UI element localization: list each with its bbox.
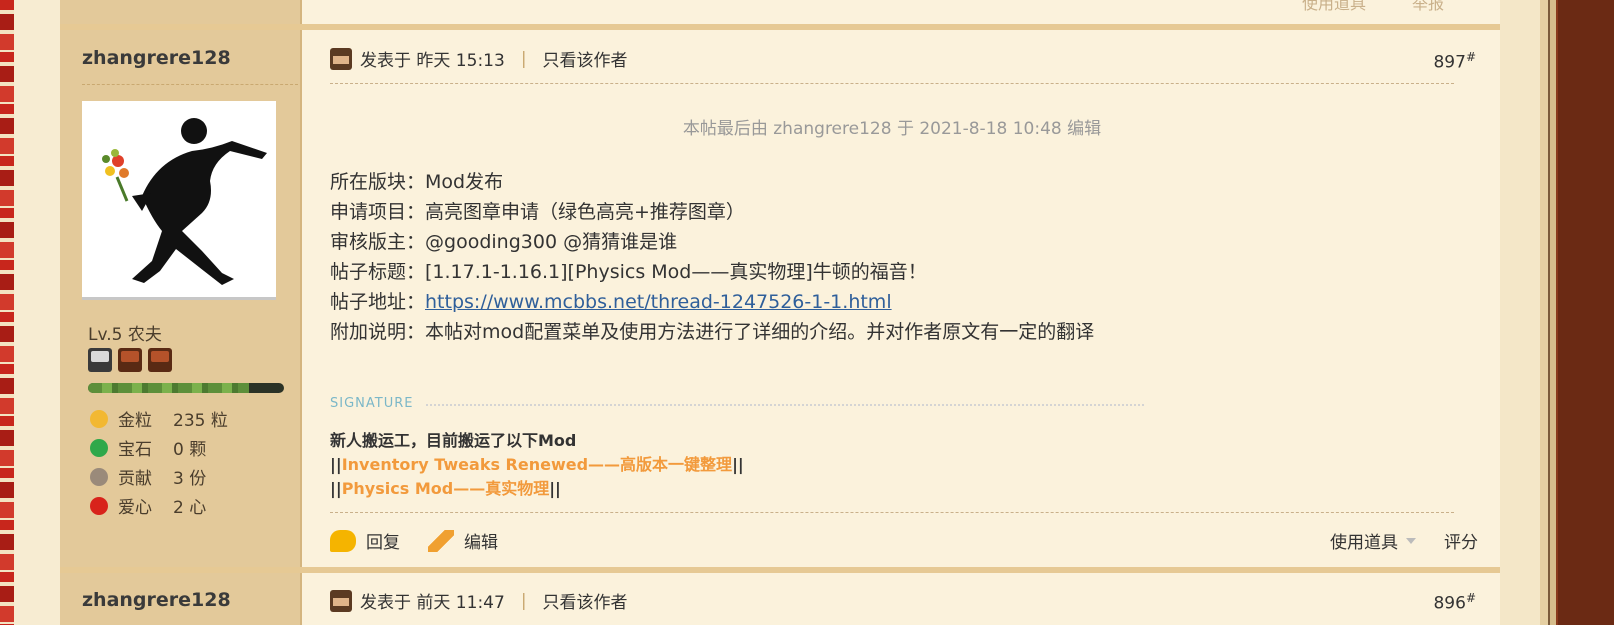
thread-link[interactable]: https://www.mcbbs.net/thread-1247526-1-1… <box>425 291 892 313</box>
post-time: 发表于 昨天 15:13 <box>360 51 505 71</box>
signature-line: ||Inventory Tweaks Renewed——高版本一键整理|| <box>330 453 744 477</box>
experience-bar <box>88 383 284 393</box>
floor-mark: # <box>1465 50 1476 64</box>
signature-line: 新人搬运工，目前搬运了以下Mod <box>330 431 577 450</box>
sig-bar: || <box>549 479 561 498</box>
separator: | <box>520 48 527 69</box>
post-time: 发表于 前天 11:47 <box>360 593 505 613</box>
reply-button[interactable]: 回复 <box>366 528 400 553</box>
stat-label: 宝石 <box>118 440 152 460</box>
stat-gold: 金粒 235 粒 <box>90 404 228 433</box>
stat-value: 3 份 <box>173 469 207 489</box>
left-gap <box>14 0 60 625</box>
user-stats: 金粒 235 粒 宝石 0 颗 贡献 3 份 爱心 2 心 <box>90 404 228 520</box>
avatar[interactable] <box>82 101 276 300</box>
floor-number[interactable]: 897# <box>1433 50 1476 73</box>
prev-report-button[interactable]: 举报 <box>1412 0 1444 14</box>
only-author-link[interactable]: 只看该作者 <box>543 46 628 71</box>
signature-line: ||Physics Mod——真实物理|| <box>330 477 744 501</box>
body-line-value: 高亮图章申请（绿色高亮+推荐图章） <box>425 201 745 223</box>
body-line: 申请项目：高亮图章申请（绿色高亮+推荐图章） <box>330 197 1094 227</box>
stat-label: 金粒 <box>118 411 152 431</box>
stat-value: 0 颗 <box>173 440 207 460</box>
body-line-label: 帖子标题： <box>330 261 426 283</box>
avatar-image <box>82 101 276 297</box>
body-line-label: 申请项目： <box>330 201 426 223</box>
signature-mod-link[interactable]: Inventory Tweaks Renewed——高版本一键整理 <box>342 455 732 474</box>
body-line-value: @gooding300 @猜猜谁是谁 <box>425 231 678 253</box>
stat-value: 2 心 <box>173 498 207 518</box>
body-line-value: [1.17.1-1.16.1][Physics Mod——真实物理]牛顿的福音！ <box>425 261 927 283</box>
post-divider <box>60 24 1500 30</box>
medal-icon[interactable] <box>148 348 172 372</box>
stat-label: 爱心 <box>118 498 152 518</box>
chevron-down-icon <box>1406 537 1416 544</box>
user-head-icon <box>330 47 352 70</box>
body-line: 审核版主：@gooding300 @猜猜谁是谁 <box>330 227 1094 257</box>
reply-icon <box>330 529 356 552</box>
next-post-header: 发表于 前天 11:47 | 只看该作者 <box>330 588 628 613</box>
experience-bar-fill <box>88 383 249 393</box>
signature: 新人搬运工，目前搬运了以下Mod ||Inventory Tweaks Rene… <box>330 429 744 501</box>
sig-bar: || <box>330 455 342 474</box>
emerald-icon <box>90 438 108 457</box>
body-line-value: 本帖对mod配置菜单及使用方法进行了详细的介绍。并对作者原文有一定的翻译 <box>425 321 1095 343</box>
user-level: Lv.5 农夫 <box>88 325 162 345</box>
post-header: 发表于 昨天 15:13 | 只看该作者 <box>330 46 628 71</box>
medal-icon[interactable] <box>88 348 112 372</box>
body-line-value: Mod发布 <box>425 171 504 193</box>
stat-label: 贡献 <box>118 469 152 489</box>
post-divider <box>60 567 1500 573</box>
post-actions: 回复 编辑 <box>330 528 498 553</box>
stat-gem: 宝石 0 颗 <box>90 433 228 462</box>
prev-tools-button[interactable]: 使用道具 <box>1302 0 1366 14</box>
body-line: 帖子标题：[1.17.1-1.16.1][Physics Mod——真实物理]牛… <box>330 257 1094 287</box>
body-line: 附加说明：本帖对mod配置菜单及使用方法进行了详细的介绍。并对作者原文有一定的翻… <box>330 317 1094 347</box>
user-sidebar <box>60 0 302 625</box>
separator: | <box>520 590 527 611</box>
medal-icon[interactable] <box>118 348 142 372</box>
stat-contribution: 贡献 3 份 <box>90 462 228 491</box>
next-floor-number[interactable]: 896# <box>1433 591 1476 614</box>
post-body: 所在版块：Mod发布 申请项目：高亮图章申请（绿色高亮+推荐图章） 审核版主：@… <box>330 167 1094 347</box>
body-line: 帖子地址：https://www.mcbbs.net/thread-124752… <box>330 287 1094 317</box>
floor-mark: # <box>1465 591 1476 605</box>
body-line-label: 所在版块： <box>330 171 426 193</box>
pencil-icon <box>428 529 454 552</box>
gold-nugget-icon <box>90 409 108 428</box>
edit-note: 本帖最后由 zhangrere128 于 2021-8-18 10:48 编辑 <box>682 119 1102 139</box>
right-margin <box>1500 0 1540 625</box>
signature-label: SIGNATURE <box>330 396 414 411</box>
stat-value: 235 粒 <box>173 411 228 431</box>
only-author-link[interactable]: 只看该作者 <box>543 588 628 613</box>
floor-number-value: 896 <box>1433 593 1466 614</box>
edit-button[interactable]: 编辑 <box>464 528 498 553</box>
medal-list <box>88 348 172 372</box>
body-line-label: 附加说明： <box>330 321 426 343</box>
stat-heart: 爱心 2 心 <box>90 491 228 520</box>
sig-bar: || <box>330 479 342 498</box>
contribution-icon <box>90 467 108 486</box>
footer-divider <box>330 512 1454 513</box>
apple-icon <box>90 496 108 515</box>
signature-mod-link[interactable]: Physics Mod——真实物理 <box>342 479 550 498</box>
post-tools: 使用道具 评分 <box>1330 528 1478 553</box>
body-line-label: 审核版主： <box>330 231 426 253</box>
use-tools-button[interactable]: 使用道具 <box>1330 528 1398 553</box>
sidebar-divider <box>82 84 298 85</box>
sig-bar: || <box>732 455 744 474</box>
floor-number-value: 897 <box>1433 52 1466 73</box>
right-decorative-frame <box>1540 0 1614 625</box>
header-divider <box>330 83 1454 84</box>
rate-button[interactable]: 评分 <box>1444 528 1478 553</box>
post-author-name[interactable]: zhangrere128 <box>82 47 231 69</box>
next-post-author-name[interactable]: zhangrere128 <box>82 589 231 611</box>
body-line: 所在版块：Mod发布 <box>330 167 1094 197</box>
signature-divider <box>426 404 1144 406</box>
user-head-icon <box>330 589 352 612</box>
body-line-label: 帖子地址： <box>330 291 426 313</box>
